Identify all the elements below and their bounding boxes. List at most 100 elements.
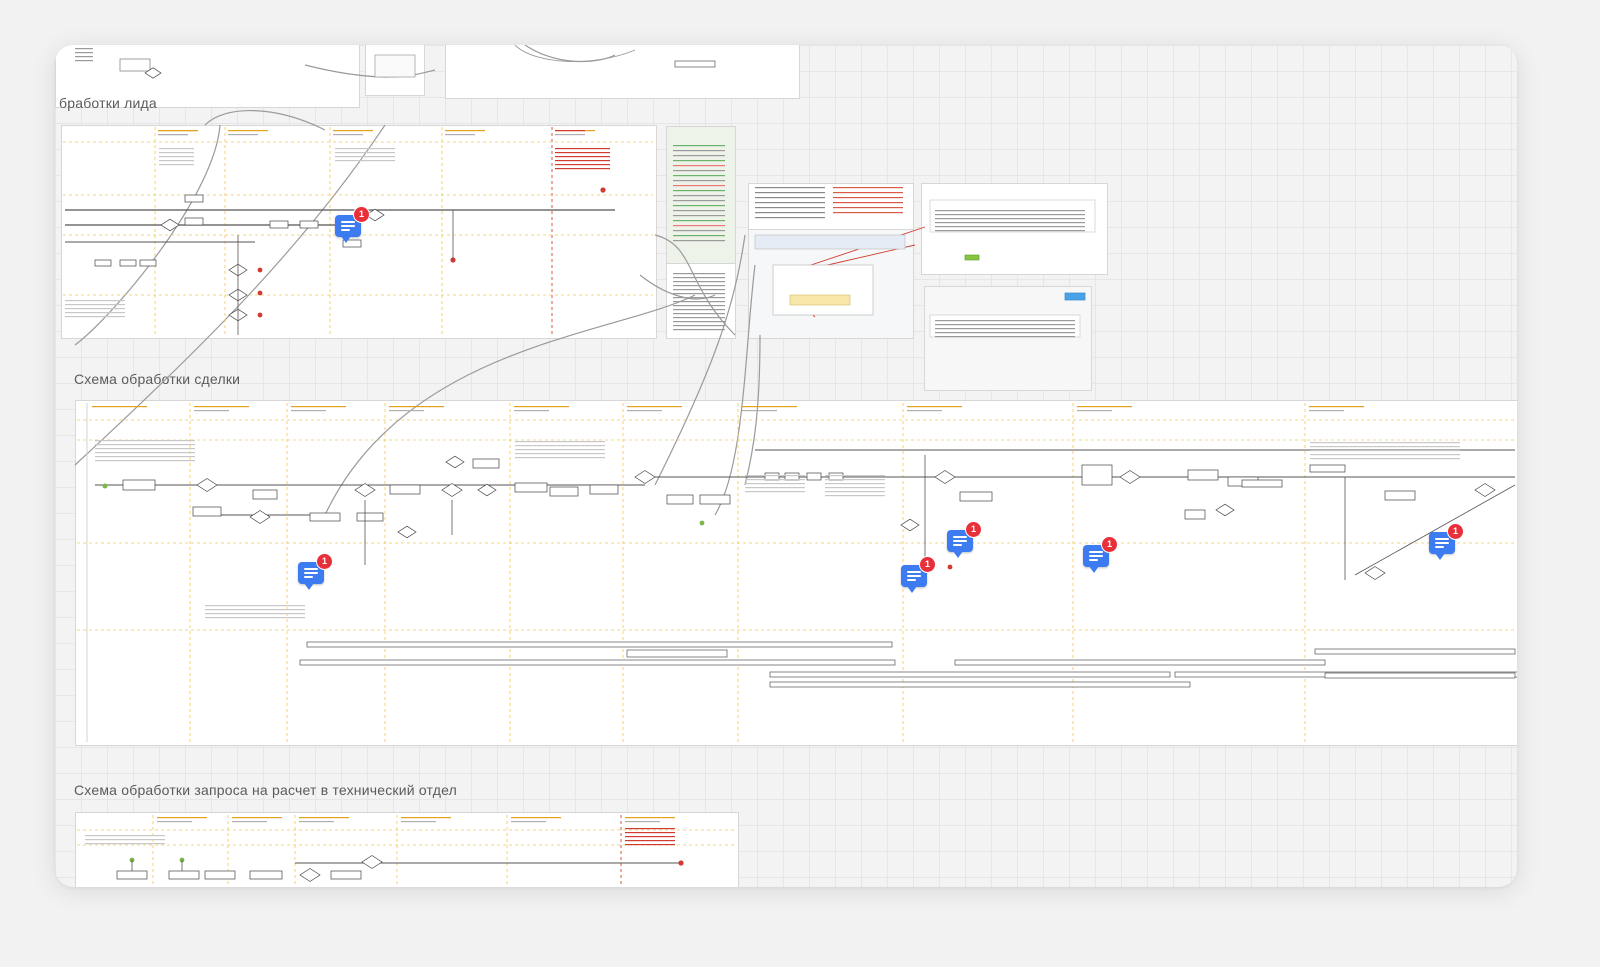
process-box xyxy=(1081,464,1113,486)
text-line xyxy=(194,406,249,408)
text-line xyxy=(935,222,1085,224)
process-box xyxy=(784,472,800,481)
comment-icon[interactable]: 1 xyxy=(298,553,333,590)
process-box xyxy=(1384,490,1416,501)
text-line xyxy=(291,410,326,412)
text-line xyxy=(1310,458,1460,460)
text-line xyxy=(673,145,725,147)
process-box xyxy=(806,472,822,481)
text-line xyxy=(1077,410,1112,412)
text-line xyxy=(755,187,825,189)
text-line xyxy=(673,317,725,319)
text-line xyxy=(159,160,194,162)
text-line xyxy=(299,817,349,819)
process-box xyxy=(1187,469,1219,481)
text-line xyxy=(389,410,424,412)
text-line xyxy=(157,821,192,823)
text-line xyxy=(515,449,605,451)
process-box xyxy=(959,491,993,502)
text-line xyxy=(673,301,725,303)
comment-icon[interactable]: 1 xyxy=(901,556,936,593)
decision-node xyxy=(196,478,218,492)
comment-icon[interactable]: 1 xyxy=(947,521,982,558)
text-line xyxy=(673,160,725,162)
process-box xyxy=(252,489,278,500)
text-line xyxy=(825,491,885,493)
text-line xyxy=(935,324,1075,326)
text-line xyxy=(673,155,725,157)
timeline-bar xyxy=(769,671,1171,678)
text-line xyxy=(555,134,585,136)
process-box xyxy=(514,482,548,493)
process-box xyxy=(119,259,137,267)
process-box xyxy=(589,484,619,495)
text-line xyxy=(92,406,147,408)
text-line xyxy=(555,130,585,132)
text-line xyxy=(742,406,797,408)
notification-badge: 1 xyxy=(919,556,936,573)
text-line xyxy=(95,448,195,450)
text-line xyxy=(75,48,93,50)
text-line xyxy=(755,192,825,194)
text-line xyxy=(825,483,885,485)
text-line xyxy=(833,207,903,209)
connector-curve xyxy=(304,64,436,78)
text-line xyxy=(514,406,569,408)
notification-badge: 1 xyxy=(1101,536,1118,553)
text-line xyxy=(1310,454,1460,456)
text-line xyxy=(673,185,725,187)
timeline-bar xyxy=(626,649,728,658)
text-line xyxy=(625,821,660,823)
text-line xyxy=(65,308,125,310)
decision-node xyxy=(934,470,956,484)
text-line xyxy=(755,212,825,214)
text-line xyxy=(625,817,675,819)
diagram-connectors xyxy=(63,45,1517,887)
text-line xyxy=(755,197,825,199)
text-line xyxy=(755,202,825,204)
process-box xyxy=(184,217,204,226)
text-line xyxy=(65,300,125,302)
text-line xyxy=(625,828,675,830)
text-line xyxy=(935,320,1075,322)
table-frame xyxy=(374,54,416,78)
start-event xyxy=(699,520,705,526)
connector-curve xyxy=(204,110,326,131)
decision-node xyxy=(634,470,656,484)
text-line xyxy=(673,309,725,311)
text-line xyxy=(625,836,675,838)
notification-badge: 1 xyxy=(353,206,370,223)
text-line xyxy=(445,134,475,136)
text-line xyxy=(555,164,610,166)
text-line xyxy=(511,821,546,823)
text-line xyxy=(75,52,93,54)
process-box xyxy=(828,472,844,481)
process-box xyxy=(94,259,112,267)
comment-icon[interactable]: 1 xyxy=(1429,523,1464,560)
text-line xyxy=(205,613,305,615)
text-line xyxy=(935,230,1085,232)
text-line xyxy=(745,487,805,489)
text-line xyxy=(194,410,229,412)
text-line xyxy=(935,210,1085,212)
text-line xyxy=(673,190,725,192)
text-line xyxy=(755,217,825,219)
text-line xyxy=(673,235,725,237)
timeline-bar xyxy=(1324,672,1516,679)
comment-icon[interactable]: 1 xyxy=(335,206,370,243)
text-line xyxy=(625,844,675,846)
text-line xyxy=(1309,406,1364,408)
board-canvas[interactable]: бработки лида Схема обработки сделки Схе… xyxy=(55,45,1517,887)
comment-icon[interactable]: 1 xyxy=(1083,536,1118,573)
decision-node xyxy=(361,855,383,869)
text-line xyxy=(95,460,195,462)
process-box xyxy=(269,220,289,229)
text-line xyxy=(228,134,258,136)
flow-arrow xyxy=(1354,484,1516,576)
process-box xyxy=(666,494,694,505)
connector-curve xyxy=(654,234,746,486)
decision-node xyxy=(477,483,497,497)
text-line xyxy=(833,197,903,199)
text-line xyxy=(673,281,725,283)
decision-node xyxy=(1215,503,1235,517)
